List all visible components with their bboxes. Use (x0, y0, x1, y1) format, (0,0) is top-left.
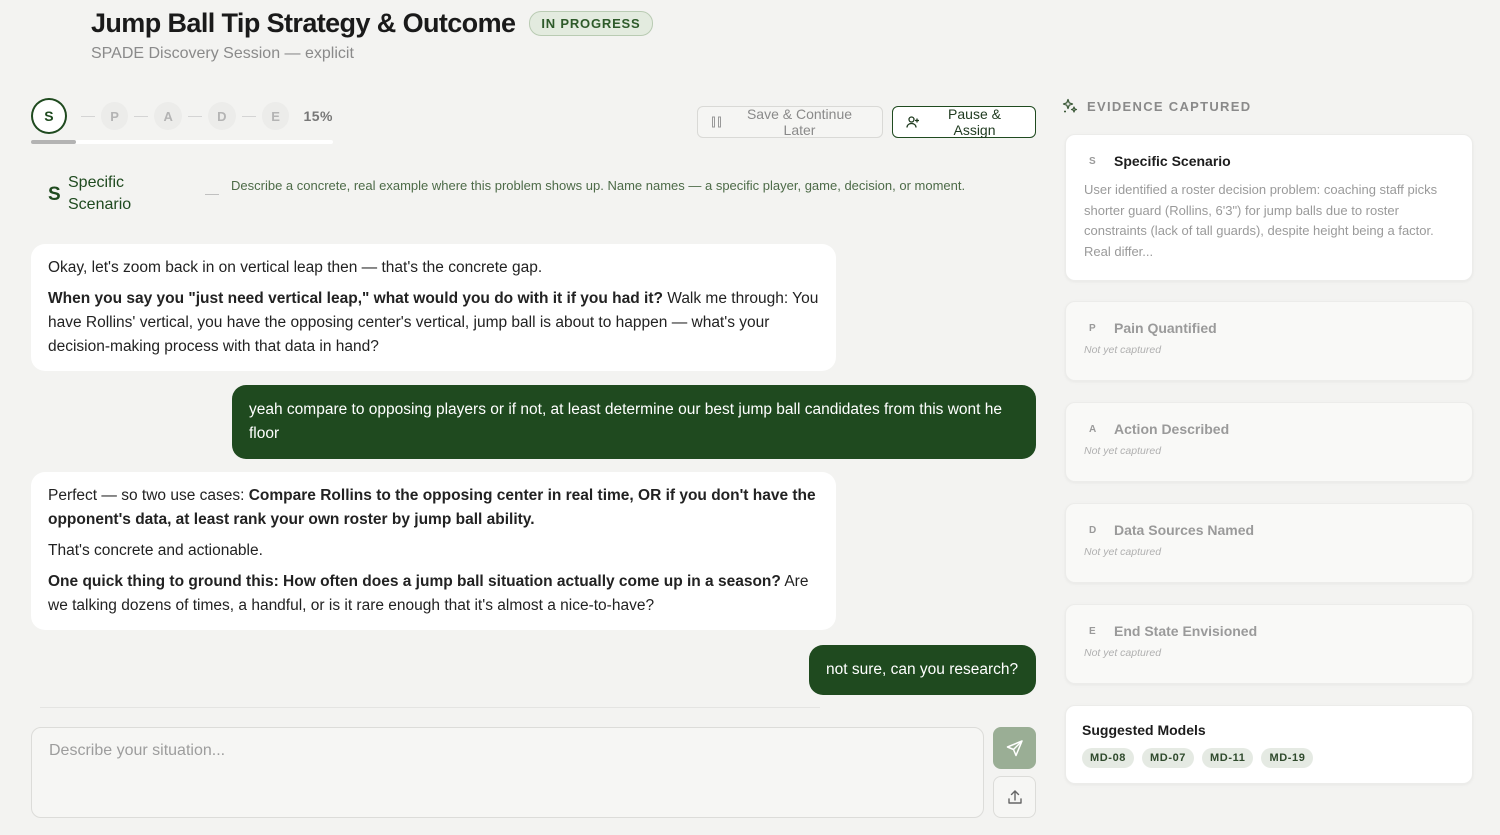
progress-percent: 15% (303, 108, 333, 124)
message-input[interactable]: Describe your situation... (31, 727, 984, 818)
save-continue-later-label: Save & Continue Later (746, 106, 853, 138)
suggested-models-title: Suggested Models (1082, 722, 1206, 738)
assistant-message: Perfect — so two use cases: Compare Roll… (31, 472, 836, 630)
evidence-card-end-state-envisioned[interactable]: E End State Envisioned Not yet captured (1065, 604, 1473, 684)
card-title: Specific Scenario (1114, 153, 1231, 169)
message-paragraph: When you say you "just need vertical lea… (48, 287, 819, 359)
send-button[interactable] (993, 727, 1036, 769)
card-title: Data Sources Named (1114, 522, 1255, 538)
chat-divider (40, 707, 820, 708)
user-plus-icon (906, 116, 919, 128)
card-letter: A (1089, 423, 1097, 435)
page-header: Jump Ball Tip Strategy & Outcome IN PROG… (91, 8, 653, 63)
sparkles-icon (1062, 98, 1078, 113)
card-title: End State Envisioned (1114, 623, 1258, 639)
card-letter: S (1089, 155, 1096, 167)
status-badge: IN PROGRESS (529, 11, 653, 36)
message-paragraph: One quick thing to ground this: How ofte… (48, 570, 819, 618)
message-paragraph: Perfect — so two use cases: Compare Roll… (48, 484, 819, 532)
card-title: Action Described (1114, 421, 1230, 437)
progress-fill (31, 140, 77, 144)
step-connector (134, 115, 149, 117)
model-chip[interactable]: MD-11 (1202, 748, 1254, 768)
assistant-message: Okay, let's zoom back in on vertical lea… (31, 244, 836, 371)
card-empty-note: Not yet captured (1084, 546, 1162, 558)
message-bold: One quick thing to ground this: How ofte… (48, 573, 781, 590)
message-paragraph: Okay, let's zoom back in on vertical lea… (48, 259, 543, 276)
upload-icon (1007, 790, 1022, 804)
card-empty-note: Not yet captured (1084, 445, 1162, 457)
step-connector (241, 115, 256, 117)
spade-stepper: S P A D E 15% (31, 98, 333, 145)
step-p[interactable]: P (100, 102, 129, 130)
user-message: not sure, can you research? (809, 645, 1036, 695)
card-empty-note: Not yet captured (1084, 344, 1162, 356)
evidence-card-data-sources-named[interactable]: D Data Sources Named Not yet captured (1065, 503, 1473, 583)
message-text: Perfect — so two use cases: (48, 487, 249, 504)
evidence-header: EVIDENCE CAPTURED (1062, 98, 1251, 114)
current-step-separator: — (205, 185, 219, 201)
save-continue-later-button[interactable]: Save & Continue Later (697, 106, 883, 138)
current-step-name: Specific Scenario (68, 174, 132, 213)
model-chip[interactable]: MD-07 (1142, 748, 1195, 768)
model-chip[interactable]: MD-19 (1261, 748, 1314, 768)
message-bold: When you say you "just need vertical lea… (48, 290, 663, 307)
step-e[interactable]: E (261, 102, 290, 130)
step-d[interactable]: D (207, 102, 236, 130)
step-s[interactable]: S (31, 98, 67, 134)
card-letter: D (1089, 524, 1097, 536)
card-title: Pain Quantified (1114, 320, 1217, 336)
paper-plane-icon (1006, 740, 1023, 757)
message-paragraph: That's concrete and actionable. (48, 542, 263, 559)
card-empty-note: Not yet captured (1084, 647, 1162, 659)
step-a[interactable]: A (154, 102, 183, 130)
user-message: yeah compare to opposing players or if n… (232, 385, 1036, 459)
step-connector (188, 115, 202, 117)
model-chip[interactable]: MD-08 (1082, 748, 1135, 768)
page-subtitle: SPADE Discovery Session — explicit (91, 45, 354, 62)
evidence-title: EVIDENCE CAPTURED (1087, 98, 1252, 114)
card-letter: P (1089, 322, 1096, 334)
pause-bars-icon (712, 116, 721, 128)
current-step-description: Describe a concrete, real example where … (231, 178, 966, 193)
model-chips: MD-08 MD-07 MD-11 MD-19 (1082, 748, 1456, 768)
step-connector (80, 115, 95, 117)
upload-button[interactable] (993, 776, 1036, 818)
page-title: Jump Ball Tip Strategy & Outcome (91, 8, 516, 38)
card-body: User identified a roster decision proble… (1084, 182, 1438, 259)
pause-assign-button[interactable]: Pause & Assign (892, 106, 1036, 138)
current-step-letter: S (48, 184, 61, 205)
evidence-card-pain-quantified[interactable]: P Pain Quantified Not yet captured (1065, 301, 1473, 381)
current-step-heading: S Specific Scenario (48, 172, 188, 216)
card-letter: E (1089, 625, 1096, 637)
pause-assign-label: Pause & Assign (948, 106, 1001, 138)
evidence-card-specific-scenario[interactable]: S Specific Scenario User identified a ro… (1065, 134, 1473, 281)
evidence-card-action-described[interactable]: A Action Described Not yet captured (1065, 402, 1473, 482)
suggested-models-card: Suggested Models MD-08 MD-07 MD-11 MD-19 (1065, 705, 1473, 784)
progress-track (31, 140, 333, 144)
